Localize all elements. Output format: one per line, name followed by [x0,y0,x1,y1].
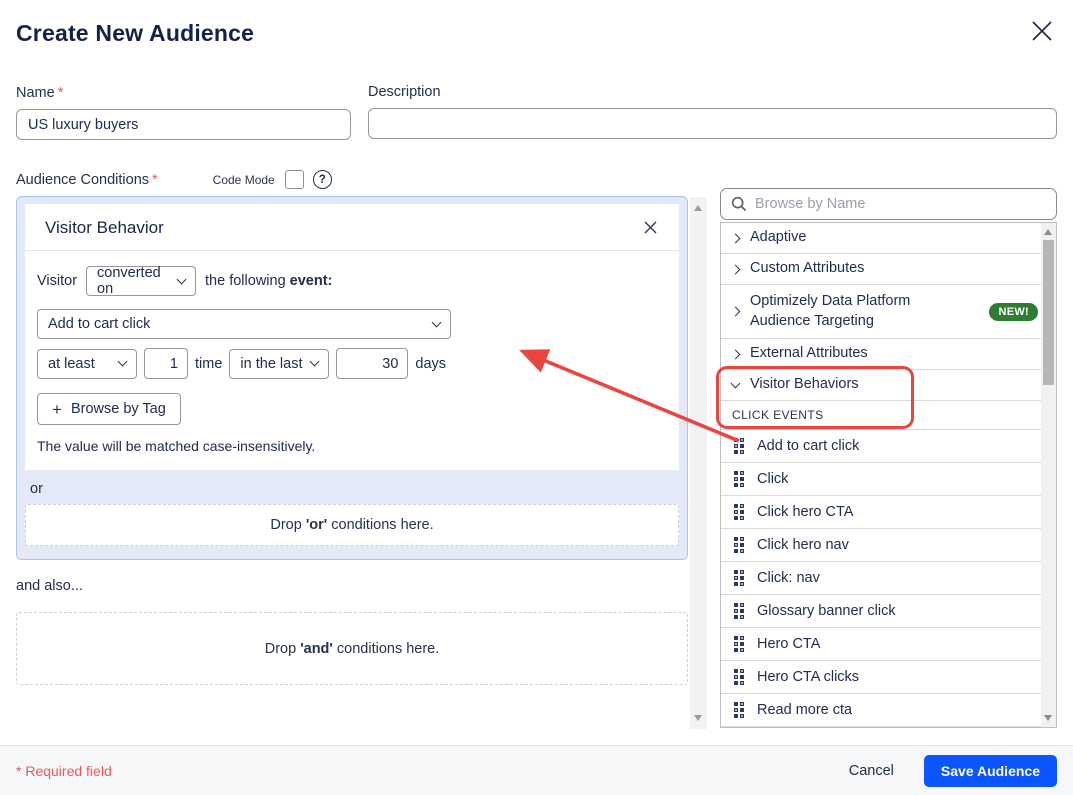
remove-condition-icon[interactable] [643,220,659,236]
event-item[interactable]: Hero CTA clicks [721,661,1056,694]
chevron-down-icon [731,379,741,389]
visitor-behavior-card: Visitor Behavior Visitor converted on th… [16,196,688,560]
time-unit-label: time [195,356,222,372]
or-drop-text: Drop 'or' conditions here. [270,517,433,533]
close-icon[interactable] [1029,18,1055,44]
scroll-up-icon[interactable] [694,205,702,211]
drag-handle-icon[interactable] [734,438,744,454]
browse-search-box[interactable] [720,188,1057,220]
event-item[interactable]: Click [721,463,1056,496]
chevron-right-icon [731,307,741,317]
or-drop-zone[interactable]: Drop 'or' conditions here. [25,504,679,546]
audience-conditions-label: Audience Conditions* [16,172,158,188]
required-asterisk: * [152,172,158,188]
code-mode-checkbox[interactable] [285,170,304,189]
description-label: Description [368,84,1057,100]
event-item[interactable]: Add to cart click [721,430,1056,463]
chevron-down-icon [310,357,320,367]
chevron-down-icon [177,274,187,284]
code-mode-label: Code Mode [213,173,275,187]
drag-handle-icon[interactable] [734,570,744,586]
drag-handle-icon[interactable] [734,504,744,520]
tree-group-external-attributes[interactable]: External Attributes [721,339,1056,370]
help-icon[interactable]: ? [313,170,332,189]
and-also-label: and also... [16,578,83,594]
tree-scrollbar[interactable] [1041,223,1056,727]
drag-handle-icon[interactable] [734,537,744,553]
browse-search-input[interactable] [755,196,1046,212]
and-drop-zone[interactable]: Drop 'and' conditions here. [16,612,688,685]
tree-group-visitor-behaviors[interactable]: Visitor Behaviors [721,370,1056,401]
frequency-select[interactable]: at least [37,349,137,379]
description-input[interactable] [368,108,1057,139]
count-input[interactable] [144,348,188,379]
scroll-up-icon[interactable] [1044,229,1052,235]
conditions-scrollbar[interactable] [690,197,707,729]
save-audience-button[interactable]: Save Audience [924,755,1057,787]
new-badge: NEW! [989,303,1038,321]
drag-handle-icon[interactable] [734,603,744,619]
scrollbar-thumb[interactable] [1043,240,1054,385]
event-item[interactable]: Click: nav [721,562,1056,595]
drag-handle-icon[interactable] [734,702,744,718]
scroll-down-icon[interactable] [694,715,702,721]
name-label: Name* [16,85,351,101]
chevron-down-icon [432,317,442,327]
days-input[interactable] [336,348,408,379]
match-type-select[interactable]: converted on [86,266,196,296]
following-event-label: the following event: [205,273,332,289]
page-title: Create New Audience [16,20,254,47]
plus-icon: + [52,401,62,418]
condition-card-title: Visitor Behavior [45,218,164,238]
chevron-right-icon [731,233,741,243]
and-drop-text: Drop 'and' conditions here. [265,641,440,657]
browse-by-tag-button[interactable]: + Browse by Tag [37,393,181,425]
drag-handle-icon[interactable] [734,471,744,487]
chevron-down-icon [118,357,128,367]
click-events-section-header: CLICK EVENTS [721,401,1056,430]
event-item[interactable]: Hero CTA [721,628,1056,661]
cancel-button[interactable]: Cancel [849,763,894,779]
search-icon [731,196,747,212]
days-unit-label: days [415,356,446,372]
tree-group-odp-audience-targeting[interactable]: Optimizely Data Platform Audience Target… [721,285,1056,339]
drag-handle-icon[interactable] [734,669,744,685]
chevron-right-icon [731,349,741,359]
event-item[interactable]: Glossary banner click [721,595,1056,628]
required-asterisk: * [58,85,64,101]
event-select[interactable]: Add to cart click [37,309,451,339]
or-label: or [30,481,687,497]
event-item[interactable]: Click hero nav [721,529,1056,562]
scroll-down-icon[interactable] [1044,715,1052,721]
case-sensitivity-note: The value will be matched case-insensiti… [37,438,667,454]
visitor-label: Visitor [37,273,77,289]
event-item[interactable]: Read more cta [721,694,1056,727]
required-field-note: * Required field [16,763,112,779]
attribute-tree: Adaptive Custom Attributes Optimizely Da… [720,222,1057,728]
name-input[interactable] [16,109,351,140]
tree-group-adaptive[interactable]: Adaptive [721,223,1056,254]
event-item[interactable]: Click hero CTA [721,496,1056,529]
chevron-right-icon [731,264,741,274]
modal-footer: * Required field Cancel Save Audience [0,745,1073,795]
drag-handle-icon[interactable] [734,636,744,652]
range-select[interactable]: in the last [229,349,329,379]
tree-group-custom-attributes[interactable]: Custom Attributes [721,254,1056,285]
